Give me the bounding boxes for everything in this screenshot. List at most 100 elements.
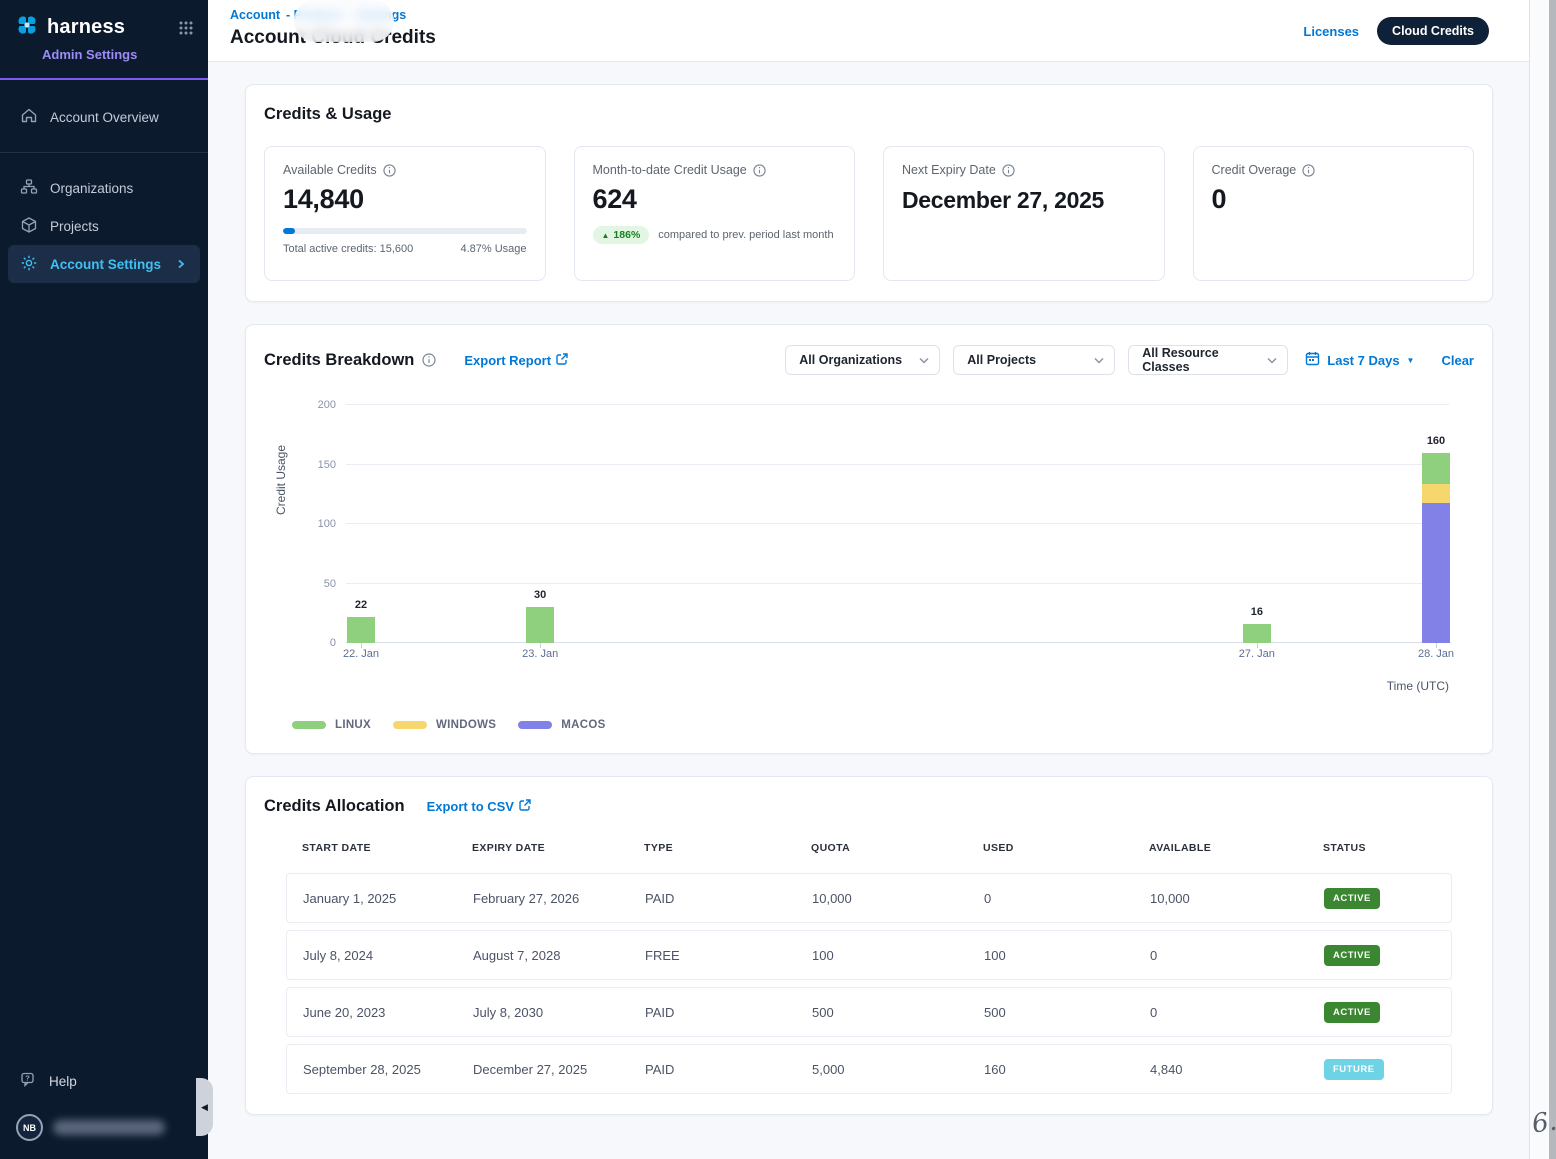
user-profile[interactable]: NB — [0, 1102, 208, 1145]
next-expiry-value: December 27, 2025 — [902, 184, 1146, 216]
table-cell: September 28, 2025 — [303, 1062, 473, 1077]
chart-bar[interactable] — [347, 617, 375, 643]
sidebar-item-label: Account Settings — [50, 257, 161, 272]
credits-usage-panel: Credits & Usage Available Credits 14,840… — [245, 84, 1493, 302]
table-cell: 160 — [984, 1062, 1150, 1077]
table-cell: 0 — [1150, 1005, 1324, 1020]
page-header: Account - Product › Settings Account Clo… — [208, 0, 1529, 62]
table-cell: PAID — [645, 1062, 812, 1077]
table-cell: 0 — [984, 891, 1150, 906]
y-tick-label: 100 — [304, 518, 336, 530]
credits-usage-heading: Credits & Usage — [264, 105, 1474, 124]
avatar[interactable]: NB — [16, 1114, 43, 1141]
chart-bar[interactable] — [1243, 624, 1271, 643]
x-tick-label: 27. Jan — [1217, 648, 1297, 660]
export-csv-link[interactable]: Export to CSV — [427, 799, 531, 814]
info-icon[interactable] — [422, 353, 436, 367]
sidebar-item-account-overview[interactable]: Account Overview — [0, 98, 208, 136]
chart-bar[interactable] — [1422, 453, 1450, 643]
table-cell: 5,000 — [812, 1062, 984, 1077]
sidebar-item-organizations[interactable]: Organizations — [0, 169, 208, 207]
help-label: Help — [49, 1074, 77, 1089]
info-icon[interactable] — [753, 164, 766, 177]
sidebar-item-projects[interactable]: Projects — [0, 207, 208, 245]
x-tick-mark — [1436, 643, 1437, 648]
export-report-link[interactable]: Export Report — [464, 353, 568, 368]
cloud-credits-button[interactable]: Cloud Credits — [1377, 17, 1489, 45]
gridline — [346, 523, 1449, 524]
table-cell: FREE — [645, 948, 812, 963]
status-badge: ACTIVE — [1324, 945, 1380, 966]
chart-bar[interactable] — [526, 607, 554, 643]
user-name-redacted — [53, 1120, 165, 1135]
sidebar-header: harness Admin Settings — [0, 0, 208, 80]
info-icon[interactable] — [1002, 164, 1015, 177]
chart-legend: LINUXWINDOWSMACOS — [292, 719, 1474, 731]
available-credits-value: 14,840 — [283, 184, 527, 215]
sidebar-collapse-handle[interactable]: ◀ — [196, 1078, 213, 1136]
table-row[interactable]: January 1, 2025February 27, 2026PAID10,0… — [286, 873, 1452, 923]
page-scrollbar[interactable] — [1529, 0, 1556, 1159]
table-cell: 10,000 — [812, 891, 984, 906]
stat-label: Credit Overage — [1212, 163, 1297, 177]
bar-segment-linux — [1243, 624, 1271, 643]
sidebar-item-account-settings[interactable]: Account Settings — [8, 245, 200, 283]
table-cell: PAID — [645, 1005, 812, 1020]
resource-classes-filter[interactable]: All Resource Classes — [1128, 345, 1288, 375]
table-cell: 0 — [1150, 948, 1324, 963]
delta-badge: ▲186% — [593, 226, 650, 244]
app-grid-icon[interactable] — [178, 20, 194, 41]
column-header: TYPE — [644, 842, 811, 854]
scrollbar-thumb[interactable] — [1549, 0, 1556, 1159]
main-area: Account - Product › Settings Account Clo… — [208, 0, 1529, 1159]
table-cell: February 27, 2026 — [473, 891, 645, 906]
legend-item: MACOS — [518, 719, 605, 731]
column-header: QUOTA — [811, 842, 983, 854]
chevron-down-icon — [1267, 353, 1277, 367]
sidebar: harness Admin Settings Account Overview … — [0, 0, 208, 1159]
table-cell: July 8, 2024 — [303, 948, 473, 963]
column-header: START DATE — [302, 842, 472, 854]
x-tick-mark — [361, 643, 362, 648]
credit-usage-chart: Credit Usage 050100150200223016160 22. J… — [264, 405, 1474, 731]
mtd-usage-card: Month-to-date Credit Usage 624 ▲186% com… — [574, 146, 856, 281]
credits-allocation-heading: Credits Allocation — [264, 797, 405, 816]
info-icon[interactable] — [383, 164, 396, 177]
date-range-picker[interactable]: Last 7 Days ▼ — [1305, 351, 1414, 369]
table-row[interactable]: July 8, 2024August 7, 2028FREE1001000ACT… — [286, 930, 1452, 980]
sidebar-item-label: Projects — [50, 219, 99, 234]
bar-segment-windows — [1422, 484, 1450, 503]
y-tick-label: 50 — [304, 578, 336, 590]
bar-segment-linux — [526, 607, 554, 643]
external-link-icon — [556, 353, 568, 368]
licenses-link[interactable]: Licenses — [1303, 24, 1359, 39]
organizations-filter[interactable]: All Organizations — [785, 345, 940, 375]
legend-label: MACOS — [561, 719, 605, 731]
next-expiry-card: Next Expiry Date December 27, 2025 — [883, 146, 1165, 281]
table-cell-status: ACTIVE — [1324, 1002, 1451, 1023]
info-icon[interactable] — [1302, 164, 1315, 177]
clear-filters-link[interactable]: Clear — [1441, 353, 1474, 368]
credit-overage-card: Credit Overage 0 — [1193, 146, 1475, 281]
bar-total-label: 160 — [1406, 435, 1466, 447]
help-button[interactable]: ? Help — [0, 1061, 208, 1102]
gridline — [346, 464, 1449, 465]
bar-total-label: 16 — [1227, 606, 1287, 618]
x-tick-mark — [540, 643, 541, 648]
help-chat-icon: ? — [20, 1071, 38, 1092]
bar-total-label: 22 — [331, 599, 391, 611]
x-tick-label: 22. Jan — [321, 648, 401, 660]
table-row[interactable]: June 20, 2023July 8, 2030PAID5005000ACTI… — [286, 987, 1452, 1037]
usage-percent: 4.87% Usage — [460, 243, 526, 255]
delta-note: compared to prev. period last month — [658, 229, 833, 241]
bar-segment-macos — [1422, 503, 1450, 643]
status-badge: ACTIVE — [1324, 1002, 1380, 1023]
breadcrumb-account[interactable]: Account — [230, 8, 280, 22]
table-row[interactable]: September 28, 2025December 27, 2025PAID5… — [286, 1044, 1452, 1094]
bar-total-label: 30 — [510, 589, 570, 601]
projects-filter[interactable]: All Projects — [953, 345, 1115, 375]
usage-progress-bar — [283, 228, 527, 234]
legend-label: LINUX — [335, 719, 371, 731]
stat-label: Available Credits — [283, 163, 377, 177]
harness-logo-icon — [14, 12, 40, 43]
